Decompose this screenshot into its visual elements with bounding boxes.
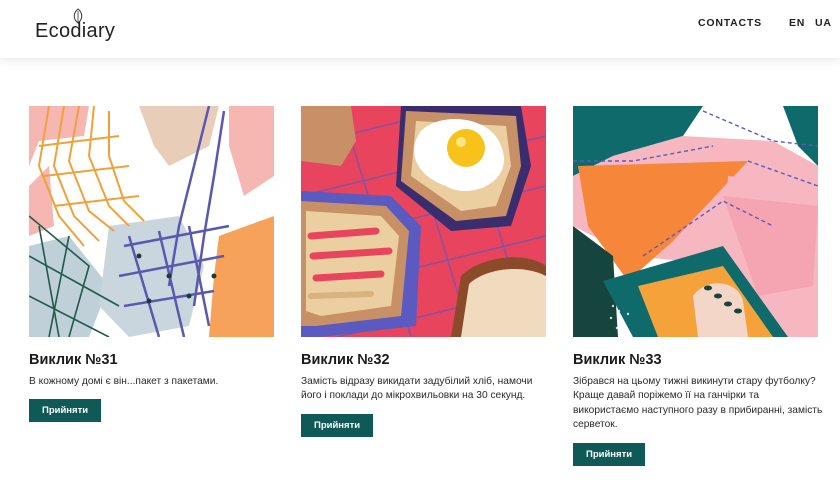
site-header: Ecodiary CONTACTS EN UA [0,0,840,58]
challenge-card-31: Виклик №31 В кожному домі є він...пакет … [29,106,274,423]
language-ua-link[interactable]: UA [815,17,832,29]
accept-challenge-button[interactable]: Прийняти [573,442,646,466]
challenge-description: В кожному домі є він...пакет з пакетами. [29,376,219,387]
challenge-card-33: Виклик №33 Зібрався на цьому тижні викин… [573,106,822,466]
challenge-title: Виклик №33 [573,352,662,368]
logo-text: Ecodiary [35,20,116,42]
challenge-title: Виклик №31 [29,352,118,368]
challenge-image-toast [301,106,546,337]
challenge-description: Зібрався на цьому тижні викинути стару ф… [573,376,823,431]
accept-challenge-button[interactable]: Прийняти [301,413,374,437]
challenge-card-32: Виклик №32 Замість відразу викидати заду… [301,106,546,437]
challenge-title: Виклик №32 [301,352,390,368]
challenge-image-bag [29,106,274,337]
logo[interactable]: Ecodiary [35,8,125,42]
nav-contacts-link[interactable]: CONTACTS [698,17,762,29]
accept-challenge-button[interactable]: Прийняти [29,399,102,423]
challenge-image-tshirt [573,106,818,337]
language-en-link[interactable]: EN [789,17,805,29]
challenge-description: Замість відразу викидати задубілий хліб,… [301,376,533,402]
